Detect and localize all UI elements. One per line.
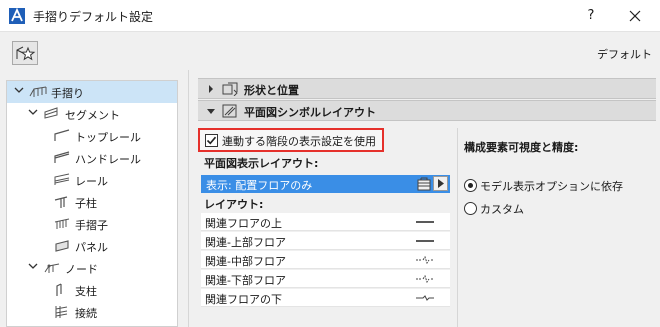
title-bar: 手摺りデフォルト設定 ? (0, 0, 660, 32)
plan-symbol-icon (222, 104, 237, 118)
solid-line-icon (416, 221, 434, 223)
dashed-break-line-icon (416, 255, 434, 265)
model-display-radio[interactable] (464, 179, 477, 192)
post-icon (56, 283, 62, 296)
archicad-app-icon (9, 8, 25, 24)
baluster-icon (54, 218, 70, 229)
tree-item-rail[interactable]: レール (7, 169, 177, 191)
tree-item-railing[interactable]: 手摺り (7, 81, 177, 103)
layout-label: レイアウト: (204, 198, 264, 211)
chevron-down-icon (207, 109, 215, 114)
play-arrow-icon (438, 179, 444, 188)
layer-row[interactable]: 関連フロアの下 (201, 289, 450, 307)
tree-item-label: ハンドレール (75, 153, 141, 166)
segment-icon (44, 107, 58, 119)
panel-divider (188, 70, 189, 327)
chevron-down-icon (28, 263, 38, 269)
tree-item-label: ノード (65, 263, 98, 276)
visibility-precision-label: 構成要素可視度と精度: (464, 141, 579, 154)
layer-name: 関連-中部フロア (205, 255, 286, 268)
tree-item-sub-post[interactable]: 子柱 (7, 191, 177, 213)
layer-row[interactable]: 関連-中部フロア (201, 251, 450, 269)
tree-item-node[interactable]: ノード (7, 257, 177, 279)
node-icon (44, 263, 60, 273)
tree-item-label: 支柱 (75, 285, 97, 298)
layer-row[interactable]: 関連-下部フロア (201, 270, 450, 288)
close-icon (629, 10, 641, 22)
window-title: 手摺りデフォルト設定 (33, 10, 154, 24)
layer-name: 関連フロアの上 (205, 217, 282, 230)
tree-item-label: 手摺り (51, 87, 84, 100)
tree-item-label: セグメント (65, 109, 120, 122)
tree-item-label: 子柱 (75, 197, 97, 210)
tree-item-label: レール (75, 175, 108, 188)
dashed-break-line-icon (416, 274, 434, 284)
tree-item-baluster[interactable]: 手摺子 (7, 213, 177, 235)
railing-icon (29, 86, 47, 97)
tree-item-label: トップレール (75, 131, 141, 144)
custom-radio[interactable] (464, 202, 477, 215)
chevron-down-icon (28, 109, 38, 115)
radio-selected-dot (468, 183, 473, 188)
favorites-star-icon (16, 46, 36, 61)
shape-position-icon (222, 82, 238, 96)
floor-stack-icon (417, 177, 431, 191)
top-rail-icon (54, 129, 70, 141)
toolbar: デフォルト (0, 32, 660, 70)
default-label: デフォルト (597, 48, 652, 61)
layer-row[interactable]: 関連-上部フロア (201, 232, 450, 250)
model-display-radio-label: モデル表示オプションに依存 (480, 180, 623, 193)
section-shape-position[interactable]: 形状と位置 (198, 78, 656, 99)
layer-row[interactable]: 関連フロアの上 (201, 213, 450, 231)
tree-item-label: 接続 (75, 307, 97, 320)
section-title: 形状と位置 (244, 84, 299, 97)
custom-radio-label: カスタム (480, 203, 524, 216)
help-button[interactable]: ? (578, 3, 604, 29)
tree-item-connection[interactable]: 接続 (7, 301, 177, 323)
column-divider (457, 128, 458, 327)
layer-name: 関連フロアの下 (205, 293, 282, 306)
display-dropdown-button[interactable] (433, 176, 448, 191)
plan-display-layout-label: 平面図表示レイアウト: (204, 157, 319, 170)
tree-item-top-rail[interactable]: トップレール (7, 125, 177, 147)
chevron-right-icon (209, 85, 213, 93)
tree-item-segment[interactable]: セグメント (7, 103, 177, 125)
solid-line-icon (416, 240, 434, 242)
tree-item-panel[interactable]: パネル (7, 235, 177, 257)
rail-icon (54, 173, 70, 185)
display-dropdown[interactable]: 表示: 配置フロアのみ (201, 175, 450, 193)
handrail-icon (54, 151, 70, 163)
checkmark-icon (206, 136, 217, 145)
tree-item-label: 手摺子 (75, 219, 108, 232)
tree-item-post[interactable]: 支柱 (7, 279, 177, 301)
layer-name: 関連-下部フロア (205, 274, 286, 287)
chevron-down-icon (14, 87, 24, 93)
tree-item-label: パネル (75, 241, 108, 254)
connection-icon (55, 306, 68, 318)
use-stair-display-label: 連動する階段の表示設定を使用 (222, 135, 376, 148)
settings-tree: 手摺り セグメント トップレール ハンドレール レール 子柱 手摺子 パネル ノ… (6, 80, 178, 327)
baluster-post-icon (54, 196, 68, 208)
panel-icon (55, 240, 69, 252)
close-button[interactable] (620, 3, 650, 29)
short-break-line-icon (416, 295, 434, 301)
section-title: 平面図シンボルレイアウト (244, 106, 376, 119)
display-selected-value: 表示: 配置フロアのみ (206, 179, 313, 192)
tree-item-handrail[interactable]: ハンドレール (7, 147, 177, 169)
layer-name: 関連-上部フロア (205, 236, 286, 249)
section-plan-symbol-layout[interactable]: 平面図シンボルレイアウト (198, 100, 656, 121)
use-stair-display-option[interactable]: 連動する階段の表示設定を使用 (198, 128, 384, 152)
favorites-button[interactable] (12, 41, 38, 65)
use-stair-display-checkbox[interactable] (205, 134, 218, 147)
